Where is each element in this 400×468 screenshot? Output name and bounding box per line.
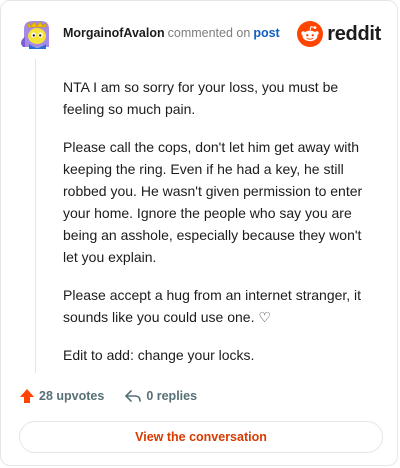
comment-header: MorgainofAvalon commented on post reddit [19, 17, 381, 53]
upvote-count: 28 upvotes [39, 389, 105, 403]
comment-paragraph: Edit to add: change your locks. [63, 347, 255, 363]
reply-button[interactable]: 0 replies [124, 388, 197, 404]
reddit-logo[interactable]: reddit [297, 19, 381, 49]
upvote-arrow-icon [20, 389, 34, 403]
reddit-snoo-icon [297, 21, 324, 47]
comment-meta: MorgainofAvalon commented on post [63, 26, 280, 40]
comment-card: MorgainofAvalon commented on post reddit N… [0, 0, 398, 466]
comment-paragraph: Please accept a hug from an internet str… [63, 287, 362, 325]
reddit-wordmark: reddit [327, 22, 381, 45]
reply-arrow-icon [125, 390, 142, 402]
comment-body: NTA I am so sorry for your loss, you mus… [63, 76, 373, 382]
username[interactable]: MorgainofAvalon [63, 26, 165, 40]
comment-actions: 28 upvotes 0 replies [19, 386, 197, 406]
reply-count: 0 replies [146, 389, 198, 403]
avatar[interactable] [19, 17, 53, 51]
post-link[interactable]: post [253, 26, 279, 40]
comment-paragraph: Please call the cops, don't let him get … [63, 139, 363, 265]
thread-line [35, 59, 36, 373]
view-conversation-button[interactable]: View the conversation [19, 421, 383, 453]
upvote-button[interactable]: 28 upvotes [19, 388, 104, 404]
commented-on-text: commented on [167, 26, 251, 40]
snoo-avatar-icon [21, 21, 49, 49]
comment-paragraph: NTA I am so sorry for your loss, you mus… [63, 79, 339, 117]
